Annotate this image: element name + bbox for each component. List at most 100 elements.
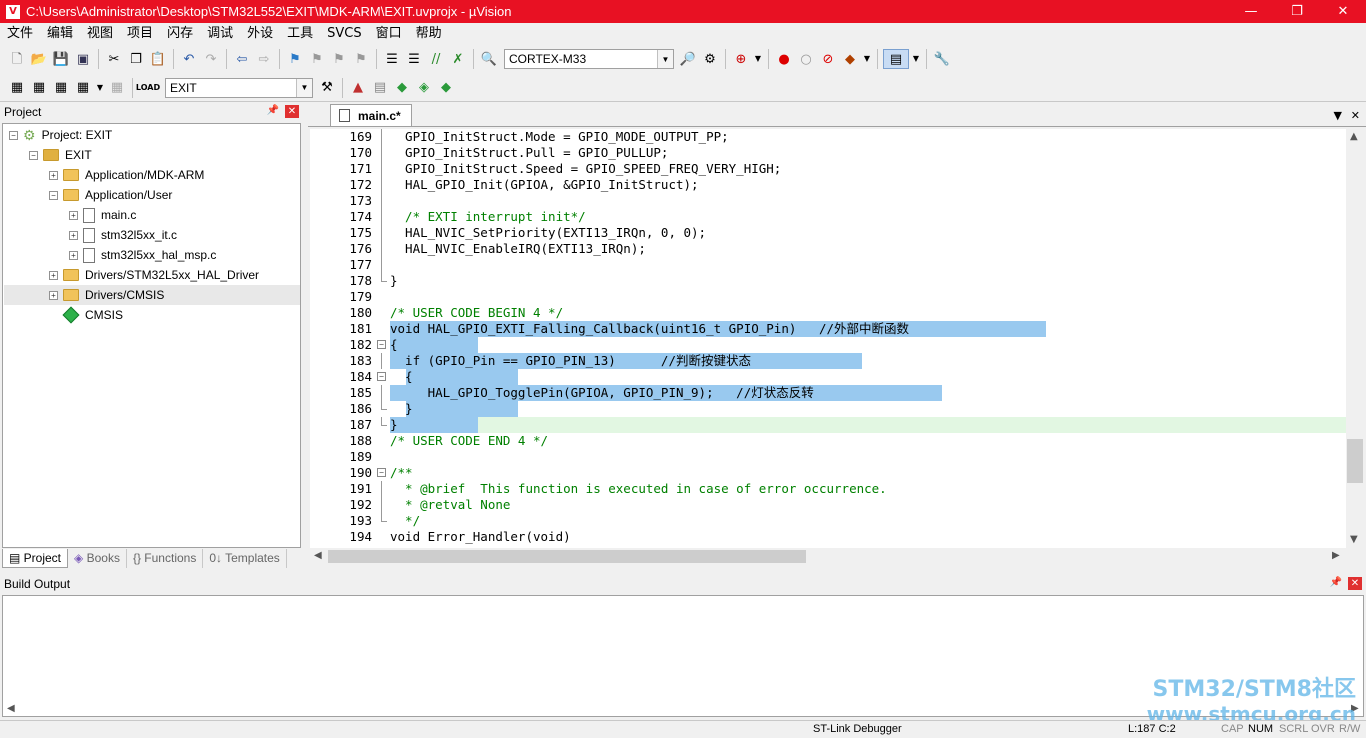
batch-build-icon[interactable]: ▦: [73, 78, 93, 98]
code-line[interactable]: 170 GPIO_InitStruct.Pull = GPIO_PULLUP;: [310, 145, 1346, 161]
code-line[interactable]: 179: [310, 289, 1346, 305]
menu-project[interactable]: 项目: [120, 23, 160, 44]
tree-node-group[interactable]: − Application/User: [49, 185, 172, 205]
chevron-down-icon[interactable]: ▼: [911, 49, 921, 69]
tab-books[interactable]: ◈ Books: [68, 549, 127, 568]
tab-main-c[interactable]: main.c*: [330, 104, 412, 126]
code-line[interactable]: 175 HAL_NVIC_SetPriority(EXTI13_IRQn, 0,…: [310, 225, 1346, 241]
horizontal-scrollbar[interactable]: ◀ ▶: [310, 548, 1346, 565]
manage-run-time-icon[interactable]: ◆: [436, 78, 456, 98]
close-icon[interactable]: ✕: [285, 105, 299, 118]
maximize-button[interactable]: ❐: [1274, 0, 1320, 23]
expand-icon[interactable]: +: [49, 270, 58, 280]
rebuild-icon[interactable]: ▦: [51, 78, 71, 98]
fold-gutter[interactable]: −: [376, 337, 388, 353]
fold-collapse-icon[interactable]: −: [377, 372, 386, 381]
fold-gutter[interactable]: −: [376, 369, 388, 385]
code-line[interactable]: 171 GPIO_InitStruct.Speed = GPIO_SPEED_F…: [310, 161, 1346, 177]
breakpoint-enable-icon[interactable]: ○: [796, 49, 816, 69]
menu-tools[interactable]: 工具: [280, 23, 320, 44]
find-in-files-icon[interactable]: 🔍: [479, 49, 499, 69]
target-options-icon[interactable]: ⚒: [317, 78, 337, 98]
build-icon[interactable]: ▦: [29, 78, 49, 98]
scroll-thumb[interactable]: [328, 550, 806, 563]
collapse-icon[interactable]: −: [29, 150, 38, 160]
scroll-left-icon[interactable]: ◀: [7, 703, 15, 714]
code-line[interactable]: 188 /* USER CODE END 4 */: [310, 433, 1346, 449]
vertical-scrollbar[interactable]: ▲ ▼: [1346, 129, 1364, 548]
tree-node-file[interactable]: + main.c: [69, 205, 136, 225]
scroll-left-icon[interactable]: ◀: [314, 550, 322, 561]
menu-view[interactable]: 视图: [80, 23, 120, 44]
translate-icon[interactable]: ▦: [7, 78, 27, 98]
menu-edit[interactable]: 编辑: [40, 23, 80, 44]
uncomment-icon[interactable]: ✗: [448, 49, 468, 69]
scroll-right-icon[interactable]: ▶: [1332, 550, 1340, 561]
expand-icon[interactable]: +: [69, 230, 78, 240]
code-line[interactable]: 177: [310, 257, 1346, 273]
scroll-down-icon[interactable]: ▼: [1350, 534, 1358, 545]
target-combo[interactable]: EXIT ▼: [165, 77, 313, 98]
menu-flash[interactable]: 闪存: [160, 23, 200, 44]
tab-functions[interactable]: {} Functions: [127, 549, 204, 568]
select-software-packs-icon[interactable]: ◈: [414, 78, 434, 98]
redo-icon[interactable]: ↷: [201, 49, 221, 69]
code-line[interactable]: 190−/**: [310, 465, 1346, 481]
navigate-forward-icon[interactable]: ⇨: [254, 49, 274, 69]
code-line[interactable]: 184− {: [310, 369, 1346, 385]
save-all-icon[interactable]: ▣: [73, 49, 93, 69]
fold-collapse-icon[interactable]: −: [377, 468, 386, 477]
tree-node-group[interactable]: + Drivers/CMSIS: [4, 285, 300, 305]
close-icon[interactable]: ✕: [1348, 577, 1362, 590]
tree-node-file[interactable]: + stm32l5xx_hal_msp.c: [69, 245, 216, 265]
fold-gutter[interactable]: −: [376, 465, 388, 481]
pack-installer-icon[interactable]: ◆: [392, 78, 412, 98]
scroll-thumb[interactable]: [1347, 439, 1363, 483]
copy-icon[interactable]: ❐: [126, 49, 146, 69]
menu-svcs[interactable]: SVCS: [320, 23, 368, 44]
code-line[interactable]: 172 HAL_GPIO_Init(GPIOA, &GPIO_InitStruc…: [310, 177, 1346, 193]
undo-icon[interactable]: ↶: [179, 49, 199, 69]
expand-icon[interactable]: +: [49, 170, 58, 180]
code-line[interactable]: 189: [310, 449, 1346, 465]
tree-node-project[interactable]: − ⚙ Project: EXIT: [9, 125, 112, 145]
tree-node-target[interactable]: − EXIT: [29, 145, 92, 165]
code-editor[interactable]: 169 GPIO_InitStruct.Mode = GPIO_MODE_OUT…: [310, 129, 1346, 548]
breakpoint-kill-all-icon[interactable]: ◆: [840, 49, 860, 69]
code-line[interactable]: 178}: [310, 273, 1346, 289]
code-line[interactable]: 186 }: [310, 401, 1346, 417]
menu-file[interactable]: 文件: [0, 23, 40, 44]
menu-peripherals[interactable]: 外设: [240, 23, 280, 44]
close-button[interactable]: ✕: [1320, 0, 1366, 23]
code-line[interactable]: 183 if (GPIO_Pin == GPIO_PIN_13) //判断按键状…: [310, 353, 1346, 369]
window-layout-icon[interactable]: ▤: [883, 49, 909, 69]
menu-debug[interactable]: 调试: [200, 23, 240, 44]
save-icon[interactable]: 💾: [51, 49, 71, 69]
unindent-icon[interactable]: ☰: [404, 49, 424, 69]
code-line[interactable]: 176 HAL_NVIC_EnableIRQ(EXTI13_IRQn);: [310, 241, 1346, 257]
code-line[interactable]: 181 void HAL_GPIO_EXTI_Falling_Callback(u…: [310, 321, 1346, 337]
expand-icon[interactable]: +: [69, 250, 78, 260]
code-line[interactable]: 173: [310, 193, 1346, 209]
menu-window[interactable]: 窗口: [369, 23, 409, 44]
breakpoint-disable-all-icon[interactable]: ⊘: [818, 49, 838, 69]
tree-node-group[interactable]: + Application/MDK-ARM: [49, 165, 204, 185]
new-file-icon[interactable]: 🗋: [7, 49, 27, 69]
tab-project[interactable]: ▤ Project: [2, 549, 69, 568]
debug-session-icon[interactable]: ⚙: [700, 49, 720, 69]
menu-help[interactable]: 帮助: [409, 23, 449, 44]
code-line[interactable]: 191 * @brief This function is executed i…: [310, 481, 1346, 497]
code-line[interactable]: 182−{: [310, 337, 1346, 353]
code-line[interactable]: 187}: [310, 417, 1346, 433]
close-icon[interactable]: ✕: [1351, 109, 1360, 122]
pin-icon[interactable]: 📌: [267, 105, 279, 116]
bookmark-clear-icon[interactable]: ⚑: [351, 49, 371, 69]
scroll-up-icon[interactable]: ▲: [1350, 131, 1358, 142]
code-line[interactable]: 194 void Error_Handler(void): [310, 529, 1346, 545]
bookmark-next-icon[interactable]: ⚑: [329, 49, 349, 69]
device-combo[interactable]: CORTEX-M33 ▼: [504, 49, 674, 69]
minimize-button[interactable]: —: [1228, 0, 1274, 23]
stop-build-icon[interactable]: ▦: [107, 78, 127, 98]
tab-list-chevron-down-icon[interactable]: ▼: [1334, 109, 1342, 122]
expand-icon[interactable]: +: [49, 290, 58, 300]
